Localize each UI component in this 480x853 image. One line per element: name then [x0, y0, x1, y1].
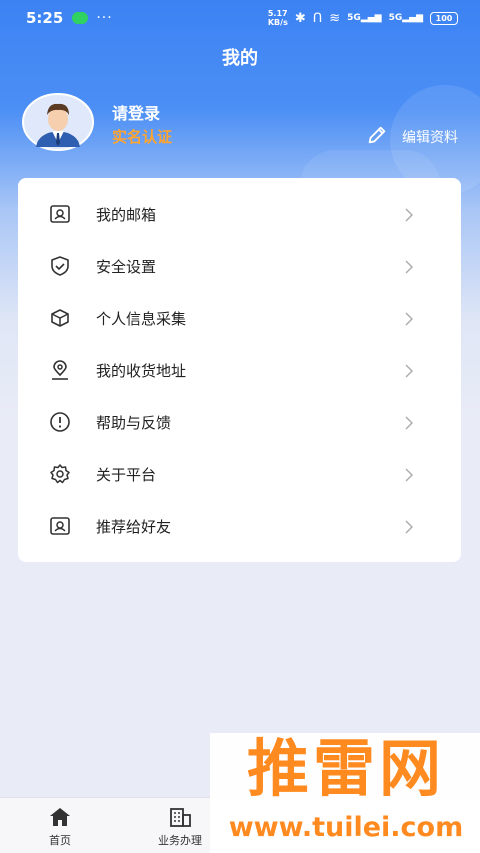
menu-item-help-feedback[interactable]: 帮助与反馈	[18, 396, 461, 448]
building-icon	[168, 806, 192, 828]
tab-label: 首页	[49, 834, 71, 847]
bluetooth-icon: ✱	[294, 10, 306, 26]
gear-icon	[49, 463, 71, 485]
battery-icon: 100	[430, 11, 458, 25]
real-name-verify-link[interactable]: 实名认证	[112, 126, 172, 147]
share-card-icon	[49, 515, 71, 537]
home-icon	[48, 806, 72, 828]
wifi-off-icon: ≋	[329, 10, 341, 26]
avatar[interactable]	[22, 93, 94, 151]
menu-item-recommend[interactable]: 推荐给好友	[18, 500, 461, 552]
chevron-right-icon	[403, 259, 415, 274]
menu-item-label: 帮助与反馈	[96, 413, 172, 432]
net-speed-unit: KB/s	[267, 18, 288, 27]
menu-card: 我的邮箱 安全设置 个人信息采集 我的收货地址 帮助与反馈 关于平台 推荐给好友	[18, 178, 461, 562]
wechat-notification-icon	[72, 12, 89, 24]
chevron-right-icon	[403, 467, 415, 482]
more-notifications-indicator: ···	[96, 10, 113, 26]
watermark-logo-text: 推雷网	[246, 732, 445, 805]
menu-item-security[interactable]: 安全设置	[18, 240, 461, 292]
menu-item-info-collection[interactable]: 个人信息采集	[18, 292, 461, 344]
watermark-url: www.tuilei.com	[228, 812, 464, 843]
status-time: 5:25	[26, 9, 64, 27]
menu-item-label: 个人信息采集	[96, 309, 187, 328]
tab-home[interactable]: 首页	[10, 806, 110, 848]
menu-item-label: 安全设置	[96, 257, 157, 276]
nfc-icon: ᑎ	[312, 10, 323, 26]
chevron-right-icon	[403, 311, 415, 326]
signal-5g-2: 5G▂▄▆	[388, 13, 423, 23]
tab-label: 业务办理	[158, 834, 202, 847]
menu-item-label: 我的邮箱	[96, 205, 157, 224]
signal-label-1: 5G	[347, 13, 361, 23]
login-prompt[interactable]: 请登录	[112, 100, 160, 124]
menu-item-label: 推荐给好友	[96, 517, 172, 536]
location-pin-icon	[49, 359, 71, 381]
shield-icon	[49, 255, 71, 277]
page-title: 我的	[222, 48, 258, 69]
status-bar: 5:25 ··· 5.17 KB/s ✱ ᑎ ≋ 5G▂▄▆ 5G▂▄▆ 100	[0, 0, 480, 36]
menu-item-label: 关于平台	[96, 465, 157, 484]
menu-item-address[interactable]: 我的收货地址	[18, 344, 461, 396]
menu-item-label: 我的收货地址	[96, 361, 187, 380]
signal-5g-1: 5G▂▄▆	[347, 13, 382, 23]
signal-label-2: 5G	[388, 13, 403, 23]
mailbox-icon	[49, 203, 71, 225]
chevron-right-icon	[403, 519, 415, 534]
net-speed-value: 5.17	[267, 9, 288, 18]
net-speed: 5.17 KB/s	[268, 9, 288, 27]
battery-level: 100	[435, 13, 453, 23]
menu-item-about[interactable]: 关于平台	[18, 448, 461, 500]
edit-profile-label: 编辑资料	[402, 130, 458, 146]
edit-profile-button[interactable]: 编辑资料	[366, 124, 458, 150]
chevron-right-icon	[403, 363, 415, 378]
chevron-right-icon	[403, 415, 415, 430]
pencil-icon	[366, 124, 388, 150]
status-right: 5.17 KB/s ✱ ᑎ ≋ 5G▂▄▆ 5G▂▄▆ 100	[268, 9, 458, 27]
menu-item-mailbox[interactable]: 我的邮箱	[18, 188, 461, 240]
exclamation-circle-icon	[49, 411, 71, 433]
box-icon	[49, 307, 71, 329]
chevron-right-icon	[403, 207, 415, 222]
